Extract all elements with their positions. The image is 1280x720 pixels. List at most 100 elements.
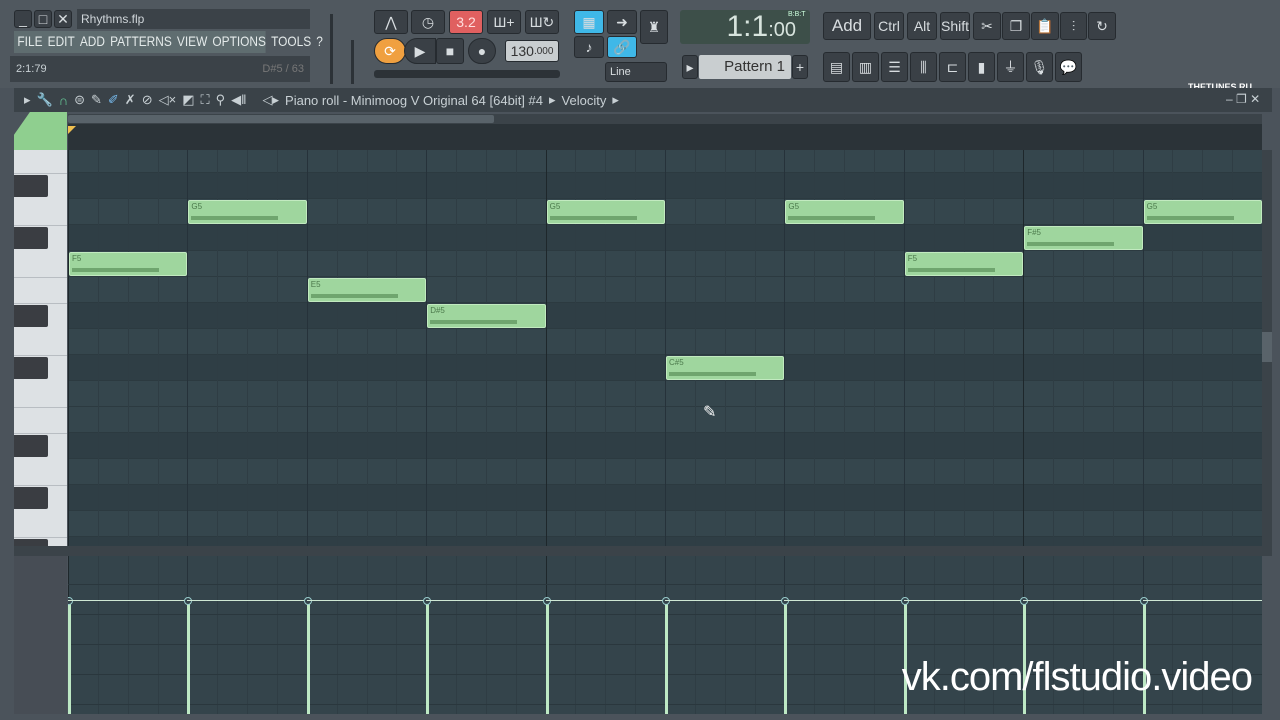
- tempo-field[interactable]: 130.000: [505, 40, 559, 62]
- pencil-icon[interactable]: ✎: [91, 92, 102, 108]
- paint-brush-icon[interactable]: ✐: [108, 92, 119, 108]
- record-button[interactable]: ●: [468, 38, 496, 64]
- velocity-handle[interactable]: [1020, 596, 1029, 605]
- velocity-handle[interactable]: [423, 596, 432, 605]
- velocity-bar[interactable]: [545, 600, 549, 714]
- piano-roll-icon[interactable]: ▥: [852, 52, 879, 82]
- pattern-select[interactable]: Pattern 1: [699, 55, 791, 79]
- playback-icon[interactable]: ⊜: [74, 92, 85, 108]
- maximize-button[interactable]: □: [34, 10, 52, 28]
- velocity-bar[interactable]: [784, 600, 788, 714]
- playback-tool-icon[interactable]: ◀‖: [231, 92, 246, 108]
- add-button[interactable]: Add: [823, 12, 871, 40]
- velocity-bar[interactable]: [665, 600, 668, 714]
- playhead-marker[interactable]: [68, 126, 76, 134]
- black-key[interactable]: [14, 539, 48, 546]
- menu-tools[interactable]: TOOLS: [271, 33, 311, 51]
- eraser-icon[interactable]: ⊘: [142, 92, 153, 108]
- tool-corner-button[interactable]: [14, 112, 67, 150]
- velocity-bar[interactable]: [306, 600, 310, 714]
- velocity-handle[interactable]: [900, 596, 909, 605]
- menu-arrow-icon[interactable]: ▸: [24, 92, 31, 108]
- note[interactable]: D#5: [427, 304, 546, 328]
- link-icon[interactable]: 🔗: [607, 36, 637, 58]
- play-button[interactable]: ▶: [404, 38, 436, 64]
- black-key[interactable]: [14, 487, 48, 509]
- velocity-handle[interactable]: [1139, 596, 1148, 605]
- note[interactable]: E5: [307, 278, 427, 302]
- copy-icon[interactable]: ❐: [1002, 12, 1030, 40]
- channel-rack-icon[interactable]: ☰: [881, 52, 908, 82]
- black-key[interactable]: [14, 435, 48, 457]
- pr-close-icon[interactable]: ✕: [1250, 92, 1260, 106]
- step-edit-icon[interactable]: ➜: [607, 10, 637, 34]
- add-pattern-button[interactable]: +: [792, 55, 808, 79]
- velocity-bar[interactable]: [68, 600, 71, 714]
- black-key[interactable]: [14, 175, 48, 197]
- delete-tool-icon[interactable]: ✗: [125, 92, 136, 108]
- select-icon[interactable]: ⛶: [200, 92, 209, 108]
- velocity-handle[interactable]: [542, 596, 551, 605]
- alt-button[interactable]: Alt: [907, 12, 937, 40]
- breadcrumb-target[interactable]: Velocity: [562, 93, 607, 108]
- note[interactable]: F5: [904, 252, 1024, 276]
- menu-add[interactable]: ADD: [80, 33, 105, 51]
- black-key[interactable]: [14, 227, 48, 249]
- shift-button[interactable]: Shift: [940, 12, 970, 40]
- chat-icon[interactable]: 💬: [1055, 52, 1082, 82]
- speaker-icon[interactable]: ◁▸: [263, 92, 280, 108]
- slice-icon[interactable]: ◩: [182, 92, 194, 108]
- event-splitter[interactable]: [14, 546, 1272, 556]
- pattern-prev-button[interactable]: ▸: [682, 55, 698, 79]
- cut-icon[interactable]: ✂: [973, 12, 1001, 40]
- menu-patterns[interactable]: PATTERNS: [110, 33, 172, 51]
- note[interactable]: F#5: [1024, 226, 1143, 250]
- close-button[interactable]: ✕: [54, 10, 72, 28]
- black-key[interactable]: [14, 357, 48, 379]
- blend-notes-icon[interactable]: Ш+: [487, 10, 521, 34]
- song-position-slider[interactable]: [374, 70, 560, 78]
- minimize-button[interactable]: _: [14, 10, 32, 28]
- timeline-ruler[interactable]: [68, 124, 1262, 150]
- menu-view[interactable]: VIEW: [177, 33, 207, 51]
- wrench-icon[interactable]: 🔧: [37, 92, 53, 108]
- velocity-handle[interactable]: [68, 596, 73, 605]
- slider-icon[interactable]: ⫶: [1060, 12, 1087, 40]
- browser-icon[interactable]: ⊏: [939, 52, 966, 82]
- snap-select[interactable]: Line: [605, 62, 667, 82]
- note-grid[interactable]: F5 G5 E5 D#5 G5 C#5 G5 F5 F#5 G5 ✎: [68, 150, 1262, 546]
- menu-file[interactable]: FILE: [17, 33, 42, 51]
- pr-minimize-icon[interactable]: –: [1226, 92, 1233, 106]
- metronome-icon[interactable]: ⋀: [374, 10, 408, 34]
- note[interactable]: G5: [1143, 200, 1262, 224]
- zoom-icon[interactable]: ⚲: [216, 92, 226, 108]
- mixer-icon[interactable]: ⫼: [910, 52, 937, 82]
- master-pitch-slider[interactable]: [351, 40, 354, 84]
- master-volume-slider[interactable]: [330, 14, 333, 84]
- main-volume-knob-icon[interactable]: ♜: [640, 10, 668, 44]
- stop-button[interactable]: ■: [436, 38, 464, 64]
- menu-help[interactable]: ?: [316, 33, 323, 51]
- microphone-icon[interactable]: 🎙: [1026, 52, 1053, 82]
- note[interactable]: C#5: [666, 356, 785, 380]
- wait-record-icon[interactable]: ◷: [411, 10, 445, 34]
- paste-icon[interactable]: 📋: [1031, 12, 1059, 40]
- menu-edit[interactable]: EDIT: [48, 33, 75, 51]
- plugin-icon[interactable]: ⏚: [997, 52, 1024, 82]
- velocity-handle[interactable]: [184, 596, 193, 605]
- mode-badge[interactable]: 3.2: [449, 10, 483, 34]
- scroll-icon[interactable]: ♪: [574, 36, 604, 58]
- playlist-icon[interactable]: ▤: [823, 52, 850, 82]
- project-icon[interactable]: ▮: [968, 52, 995, 82]
- loop-record-icon[interactable]: Ш↻: [525, 10, 559, 34]
- magnet-icon[interactable]: ∩: [59, 93, 68, 108]
- ctrl-button[interactable]: Ctrl: [874, 12, 904, 40]
- piano-keyboard[interactable]: [14, 150, 67, 546]
- menu-options[interactable]: OPTIONS: [212, 33, 266, 51]
- pr-restore-icon[interactable]: ❐: [1236, 92, 1247, 106]
- undo-icon[interactable]: ↻: [1088, 12, 1116, 40]
- vertical-scrollbar[interactable]: [1262, 150, 1272, 546]
- velocity-bar[interactable]: [187, 600, 191, 714]
- velocity-handle[interactable]: [781, 596, 790, 605]
- typing-keyboard-icon[interactable]: ▦: [574, 10, 604, 34]
